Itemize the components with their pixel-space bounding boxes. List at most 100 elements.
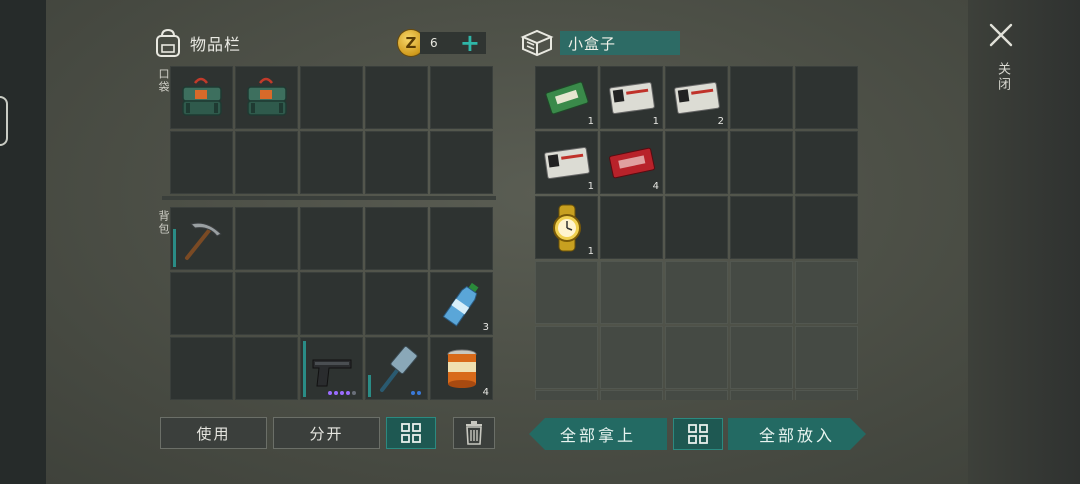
locked-slot xyxy=(600,326,663,389)
container-slot[interactable]: 2 xyxy=(665,66,728,129)
upgrade-dots xyxy=(411,391,421,395)
pocket-slot[interactable] xyxy=(235,66,298,129)
pocket-slot[interactable] xyxy=(235,131,298,194)
sort-inventory-button[interactable] xyxy=(386,417,436,449)
pocket-slot[interactable] xyxy=(300,131,363,194)
locked-slot xyxy=(535,326,598,389)
pocket-slot[interactable] xyxy=(170,66,233,129)
backpack-grid: 3 4 xyxy=(170,207,493,400)
locked-slot xyxy=(535,390,598,400)
water-bottle-icon xyxy=(442,282,479,327)
backpack-slot[interactable] xyxy=(235,272,298,335)
backpack-slot[interactable] xyxy=(365,337,428,400)
military-crate-icon xyxy=(247,77,287,116)
container-slot[interactable]: 1 xyxy=(535,196,598,259)
locked-slot xyxy=(600,261,663,324)
container-slot[interactable]: 1 xyxy=(535,66,598,129)
combat-gear-coupon-icon xyxy=(609,147,655,179)
trash-icon xyxy=(466,421,482,445)
canned-food-icon xyxy=(447,349,477,388)
add-coins-button[interactable]: + xyxy=(460,31,480,55)
backpack-slot[interactable] xyxy=(300,207,363,270)
container-header: 小盒子 xyxy=(520,28,680,58)
edge-tab[interactable] xyxy=(0,96,8,146)
item-count: 3 xyxy=(482,322,489,333)
pistol-icon xyxy=(312,359,352,387)
military-crate-icon xyxy=(182,77,222,116)
pocket-slot[interactable] xyxy=(365,66,428,129)
backpack-slot[interactable] xyxy=(430,207,493,270)
locked-slot xyxy=(730,390,793,400)
ration-coupon-icon xyxy=(545,81,589,115)
right-edge-bar xyxy=(968,0,1080,484)
container-slot[interactable] xyxy=(730,131,793,194)
item-count: 4 xyxy=(652,181,659,192)
item-count: 1 xyxy=(587,181,594,192)
close-icon[interactable] xyxy=(988,22,1014,48)
locked-slot xyxy=(665,390,728,400)
pocket-slot[interactable] xyxy=(365,131,428,194)
container-title: 小盒子 xyxy=(560,31,680,55)
section-divider xyxy=(162,196,496,200)
backpack-slot[interactable] xyxy=(300,272,363,335)
backpack-slot[interactable] xyxy=(235,337,298,400)
locked-slot xyxy=(795,390,858,400)
split-button[interactable]: 分开 xyxy=(273,417,380,449)
box-icon xyxy=(520,29,554,57)
backpack-slot[interactable] xyxy=(365,207,428,270)
use-button[interactable]: 使用 xyxy=(160,417,267,449)
inventory-header: 物品栏 xyxy=(154,28,241,58)
container-slot[interactable] xyxy=(795,196,858,259)
backpack-slot[interactable]: 4 xyxy=(430,337,493,400)
take-all-button[interactable]: 全部拿上 xyxy=(529,418,667,450)
item-count: 1 xyxy=(652,116,659,127)
container-slot[interactable] xyxy=(730,196,793,259)
sort-container-button[interactable] xyxy=(673,418,723,450)
upgrade-dots xyxy=(328,391,356,395)
durability-bar xyxy=(303,341,306,397)
container-slot[interactable] xyxy=(600,196,663,259)
coin-display: Z 6 + xyxy=(398,30,486,56)
pocket-label: 口袋 xyxy=(157,68,170,94)
container-slot[interactable]: 1 xyxy=(600,66,663,129)
pocket-slot[interactable] xyxy=(430,66,493,129)
put-all-button[interactable]: 全部放入 xyxy=(728,418,866,450)
container-slot[interactable] xyxy=(665,196,728,259)
pocket-slot[interactable] xyxy=(170,131,233,194)
sort-icon xyxy=(401,423,421,443)
locked-slot xyxy=(535,261,598,324)
pocket-slot[interactable] xyxy=(430,131,493,194)
container-slot[interactable] xyxy=(665,131,728,194)
pocket-grid xyxy=(170,66,493,194)
locked-slot xyxy=(730,326,793,389)
backpack-slot[interactable] xyxy=(170,337,233,400)
backpack-label: 背包 xyxy=(157,210,170,236)
locked-slot xyxy=(600,390,663,400)
backpack-slot[interactable] xyxy=(170,272,233,335)
backpack-slot[interactable] xyxy=(300,337,363,400)
backpack-slot[interactable] xyxy=(365,272,428,335)
coin-count: 6 xyxy=(430,36,438,50)
gold-watch-icon xyxy=(553,204,581,252)
locked-slot xyxy=(795,326,858,389)
backpack-slot[interactable]: 3 xyxy=(430,272,493,335)
container-slot[interactable] xyxy=(795,66,858,129)
r-army-coupon-icon xyxy=(609,81,655,115)
left-edge-bar xyxy=(0,0,46,484)
durability-bar xyxy=(173,229,176,267)
container-slot[interactable]: 4 xyxy=(600,131,663,194)
coin-bar: 6 + xyxy=(420,31,486,55)
backpack-slot[interactable] xyxy=(235,207,298,270)
backpack-slot[interactable] xyxy=(170,207,233,270)
trash-button[interactable] xyxy=(453,417,495,449)
container-slot[interactable] xyxy=(795,131,858,194)
container-slot[interactable]: 1 xyxy=(535,131,598,194)
item-count: 4 xyxy=(482,387,489,398)
pocket-slot[interactable] xyxy=(300,66,363,129)
locked-slot xyxy=(665,261,728,324)
container-grid: 1 1 2 1 4 1 xyxy=(535,66,858,389)
close-label[interactable]: 关闭 xyxy=(993,62,1012,92)
inventory-title: 物品栏 xyxy=(190,35,242,54)
c-army-coupon-icon xyxy=(544,146,590,180)
container-slot[interactable] xyxy=(730,66,793,129)
